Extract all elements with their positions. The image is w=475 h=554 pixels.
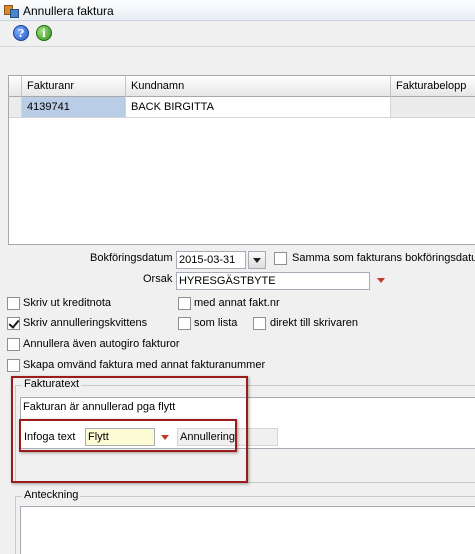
invoice-grid[interactable]: Fakturanr Kundnamn Fakturabelopp 4139741… (8, 75, 475, 245)
omvand-label: Skapa omvänd faktura med annat fakturanu… (23, 359, 266, 371)
direkt-checkbox[interactable] (253, 317, 266, 330)
kvitto-checkbox[interactable] (7, 317, 20, 330)
autogiro-label: Annullera även autogiro fakturor (23, 338, 180, 350)
kvitto-label: Skriv annulleringskvittens (23, 317, 148, 329)
bokforingsdatum-label: Bokföringsdatum (90, 252, 173, 264)
cell-fakturanr[interactable]: 4139741 (22, 97, 126, 117)
som-lista-label: som lista (194, 317, 238, 329)
highlight-box-infoga (19, 419, 237, 452)
row-header[interactable] (9, 97, 22, 117)
row-header-corner (9, 76, 22, 97)
title-bar: Annullera faktura (0, 0, 475, 21)
anteckning-title: Anteckning (22, 489, 81, 501)
bokforingsdatum-field[interactable]: 2015-03-31 (176, 251, 246, 269)
anteckning-textarea[interactable] (20, 506, 475, 554)
help-icon[interactable]: ? (13, 25, 29, 41)
kreditnota-label: Skriv ut kreditnota (23, 297, 112, 309)
samma-label: Samma som fakturans bokföringsdatum (292, 252, 475, 264)
autogiro-checkbox[interactable] (7, 338, 20, 351)
cell-kundnamn[interactable]: BACK BIRGITTA (126, 97, 391, 117)
omvand-checkbox[interactable] (7, 359, 20, 372)
samma-checkbox[interactable] (274, 252, 287, 265)
window-title: Annullera faktura (23, 4, 114, 18)
info-icon[interactable]: i (36, 25, 52, 41)
orsak-dropdown-button[interactable] (373, 272, 391, 290)
app-icon (4, 3, 19, 18)
cell-fakturabelopp[interactable] (391, 97, 475, 117)
grid-header: Fakturanr Kundnamn Fakturabelopp (9, 76, 475, 97)
orsak-label: Orsak (143, 273, 173, 285)
column-header-kundnamn[interactable]: Kundnamn (126, 76, 391, 97)
kreditnota-checkbox[interactable] (7, 297, 20, 310)
toolbar: ? i (0, 21, 475, 47)
som-lista-checkbox[interactable] (178, 317, 191, 330)
orsak-field[interactable]: HYRESGÄSTBYTE (176, 272, 370, 290)
med-annat-label: med annat fakt.nr (194, 297, 280, 309)
table-row[interactable]: 4139741 BACK BIRGITTA (9, 97, 475, 118)
column-header-fakturabelopp[interactable]: Fakturabelopp (391, 76, 475, 97)
direkt-label: direkt till skrivaren (270, 317, 359, 329)
med-annat-checkbox[interactable] (178, 297, 191, 310)
column-header-fakturanr[interactable]: Fakturanr (22, 76, 126, 97)
date-dropdown-button[interactable] (248, 251, 266, 269)
